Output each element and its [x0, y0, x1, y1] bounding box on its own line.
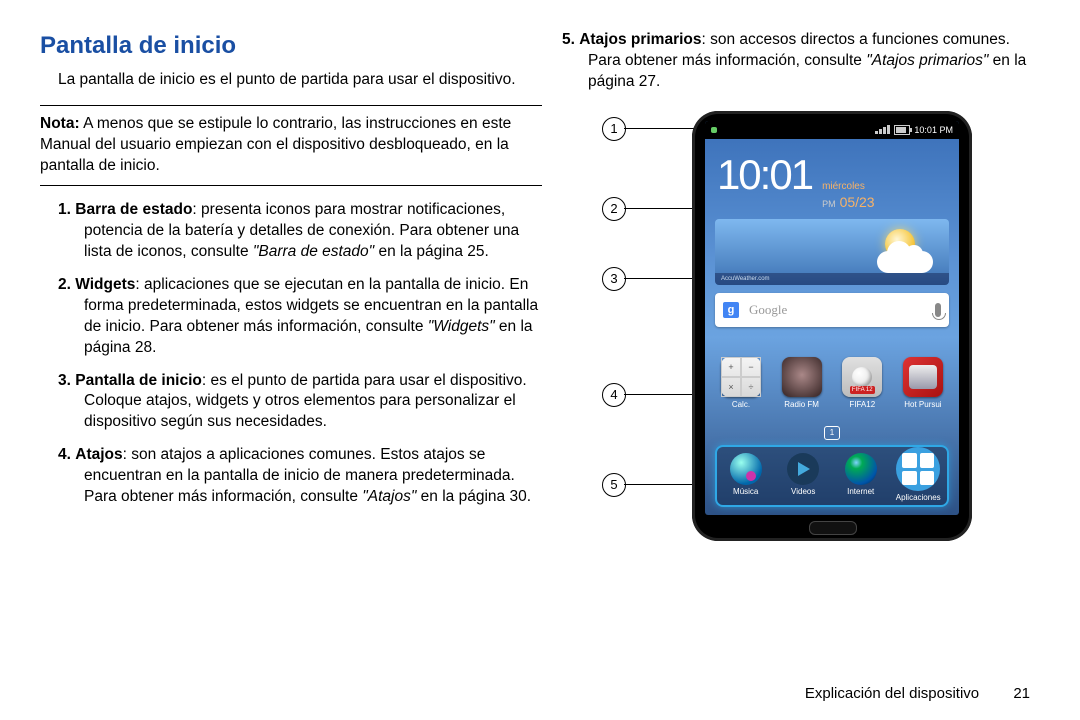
app-label: Radio FM [776, 400, 828, 411]
search-hint: Google [749, 301, 925, 319]
callout-badge: 3 [602, 267, 626, 291]
app-shortcut-radio: Radio FM [776, 357, 828, 411]
dock-label: Internet [836, 487, 886, 498]
note-box: Nota: A menos que se estipule lo contrar… [40, 105, 542, 186]
phone-diagram: 1 2 3 4 5 [562, 111, 1040, 551]
primary-shortcuts-dock: Música Videos Internet Aplicaciones [715, 445, 949, 507]
dock-music: Música [721, 453, 771, 498]
page-footer: Explicación del dispositivo 21 [805, 685, 1030, 702]
notification-icon [711, 127, 717, 133]
list-item: 5. Atajos primarios: son accesos directo… [562, 30, 1040, 93]
callout-badge: 2 [602, 197, 626, 221]
item-term: Barra de estado [75, 201, 192, 218]
app-shortcut-calc: +−×÷ Calc. [715, 357, 767, 411]
item-ref: "Atajos" [362, 488, 416, 505]
callout-badge: 1 [602, 117, 626, 141]
list-item: 4. Atajos: son atajos a aplicaciones com… [58, 445, 542, 508]
shortcut-row: +−×÷ Calc. Radio FM FIFA 12 FIFA12 [715, 357, 949, 411]
status-bar: 10:01 PM [705, 121, 959, 139]
microphone-icon [935, 303, 941, 317]
dock-internet: Internet [836, 453, 886, 498]
weather-brand: AccuWeather.com [715, 273, 949, 285]
phone-frame: 10:01 PM 10:01 miércoles PM05/23 Accu [692, 111, 972, 541]
app-shortcut-fifa: FIFA 12 FIFA12 [836, 357, 888, 411]
item-number: 5. [562, 31, 575, 48]
page-bubble: 1 [824, 426, 840, 440]
calculator-icon: +−×÷ [721, 357, 761, 397]
radio-icon [782, 357, 822, 397]
footer-section: Explicación del dispositivo [805, 685, 979, 702]
item-number: 1. [58, 201, 71, 218]
globe-icon [845, 453, 877, 485]
item-number: 3. [58, 372, 71, 389]
dock-label: Música [721, 487, 771, 498]
app-label: Hot Pursui [897, 400, 949, 411]
item-ref: "Widgets" [428, 318, 495, 335]
music-icon [730, 453, 762, 485]
item-term: Widgets [75, 276, 135, 293]
list-item: 1. Barra de estado: presenta iconos para… [58, 200, 542, 263]
numbered-list: 1. Barra de estado: presenta iconos para… [58, 200, 542, 508]
soccer-icon: FIFA 12 [842, 357, 882, 397]
clock-widget: 10:01 miércoles PM 05/23 [705, 139, 959, 215]
note-label: Nota: [40, 115, 80, 132]
intro-text: La pantalla de inicio es el punto de par… [58, 70, 542, 91]
item-term: Pantalla de inicio [75, 372, 202, 389]
item-ref: "Atajos primarios" [866, 52, 988, 69]
clock-day: miércoles [822, 180, 875, 193]
weather-widget: AccuWeather.com [715, 219, 949, 285]
item-tail: en la página 30. [416, 488, 531, 505]
item-tail: en la página 25. [374, 243, 489, 260]
item-number: 4. [58, 446, 71, 463]
section-title: Pantalla de inicio [40, 30, 542, 62]
dock-apps: Aplicaciones [893, 447, 943, 504]
apps-grid-icon [896, 447, 940, 491]
note-body: A menos que se estipule lo contrario, la… [40, 115, 511, 174]
footer-page-number: 21 [1013, 685, 1030, 702]
google-search-widget: g Google [715, 293, 949, 327]
list-item: 2. Widgets: aplicaciones que se ejecutan… [58, 275, 542, 359]
home-button [809, 521, 857, 535]
cloud-icon [877, 251, 933, 273]
battery-icon [894, 125, 910, 135]
dock-label: Aplicaciones [893, 493, 943, 504]
video-icon [787, 453, 819, 485]
item-ref: "Barra de estado" [253, 243, 374, 260]
signal-icon [875, 125, 890, 134]
dock-videos: Videos [778, 453, 828, 498]
game-icon [903, 357, 943, 397]
dock-label: Videos [778, 487, 828, 498]
clock-date: 05/23 [840, 194, 875, 210]
callout-badge: 5 [602, 473, 626, 497]
list-item: 3. Pantalla de inicio: es el punto de pa… [58, 371, 542, 434]
clock-time: 10:01 [717, 147, 812, 204]
google-logo-icon: g [723, 302, 739, 318]
app-shortcut-game: Hot Pursui [897, 357, 949, 411]
item-term: Atajos primarios [579, 31, 701, 48]
phone-screen: 10:01 PM 10:01 miércoles PM05/23 Accu [705, 121, 959, 515]
item-number: 2. [58, 276, 71, 293]
clock-ampm: PM [822, 199, 836, 209]
item-term: Atajos [75, 446, 122, 463]
app-label: Calc. [715, 400, 767, 411]
status-time: 10:01 PM [914, 124, 953, 136]
app-label: FIFA12 [836, 400, 888, 411]
page-indicator: 1 [705, 421, 959, 442]
callout-badge: 4 [602, 383, 626, 407]
